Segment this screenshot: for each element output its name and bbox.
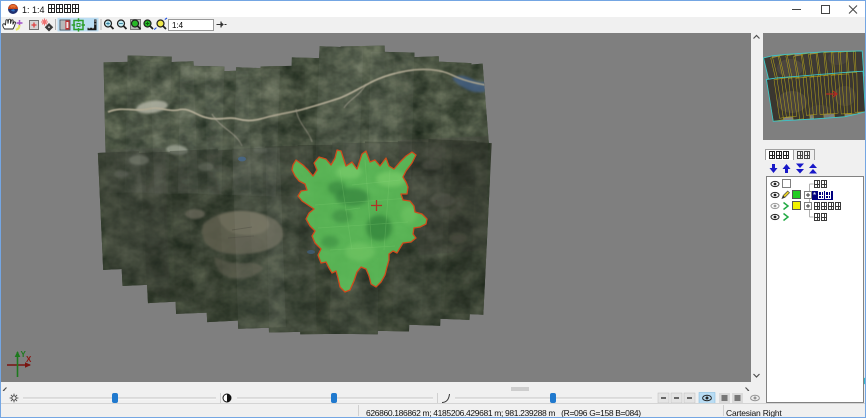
svg-text:Y: Y [21,350,27,359]
svg-text:X: X [26,355,32,364]
